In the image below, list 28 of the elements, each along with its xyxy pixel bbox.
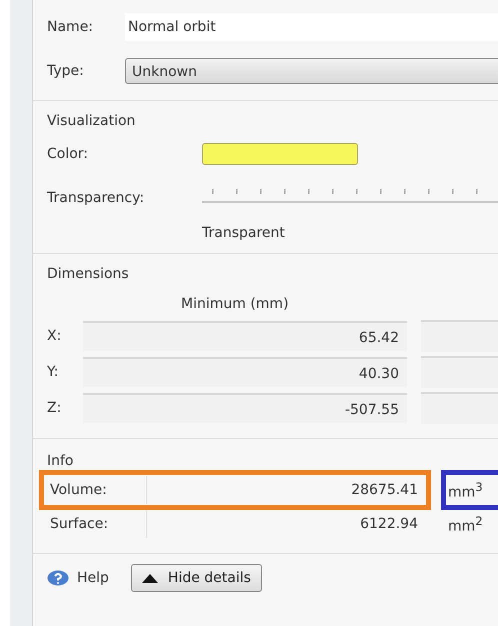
minimum-field: 40.30 (83, 357, 407, 387)
unit-label: mm$^{3}$ (448, 480, 483, 500)
info-label: Surface: (50, 516, 110, 532)
color-swatch[interactable] (202, 143, 358, 165)
minimum-field: -507.55 (83, 393, 407, 423)
type-dropdown[interactable]: Unknown (125, 58, 498, 84)
name-label: Name: (47, 19, 94, 35)
axis-label: Z: (47, 400, 62, 416)
info-label: Volume: (50, 482, 108, 498)
group-title: Visualization (47, 113, 136, 129)
group-title: Info (47, 453, 74, 469)
info-value: 28675.41 (146, 476, 420, 504)
axis-label: X: (47, 328, 62, 344)
color-label: Color: (47, 146, 90, 162)
info-value: 6122.94 (146, 510, 420, 538)
minimum-field: 65.42 (83, 321, 407, 351)
caret-icon (142, 574, 158, 582)
type-label: Type: (47, 63, 85, 79)
name-field[interactable]: Normal orbit (125, 13, 498, 41)
group-title: Dimensions (47, 266, 130, 282)
column-header: Minimum (mm) (181, 296, 290, 312)
transparency-label: Transparency: (47, 190, 146, 206)
unit-label: mm$^{2}$ (448, 514, 483, 534)
hide-details-button[interactable]: Hide details (130, 564, 262, 592)
help-link[interactable]: Help (77, 570, 109, 586)
transparency-caption: Transparent (202, 225, 286, 241)
axis-label: Y: (47, 364, 60, 380)
help-icon[interactable] (47, 570, 69, 586)
